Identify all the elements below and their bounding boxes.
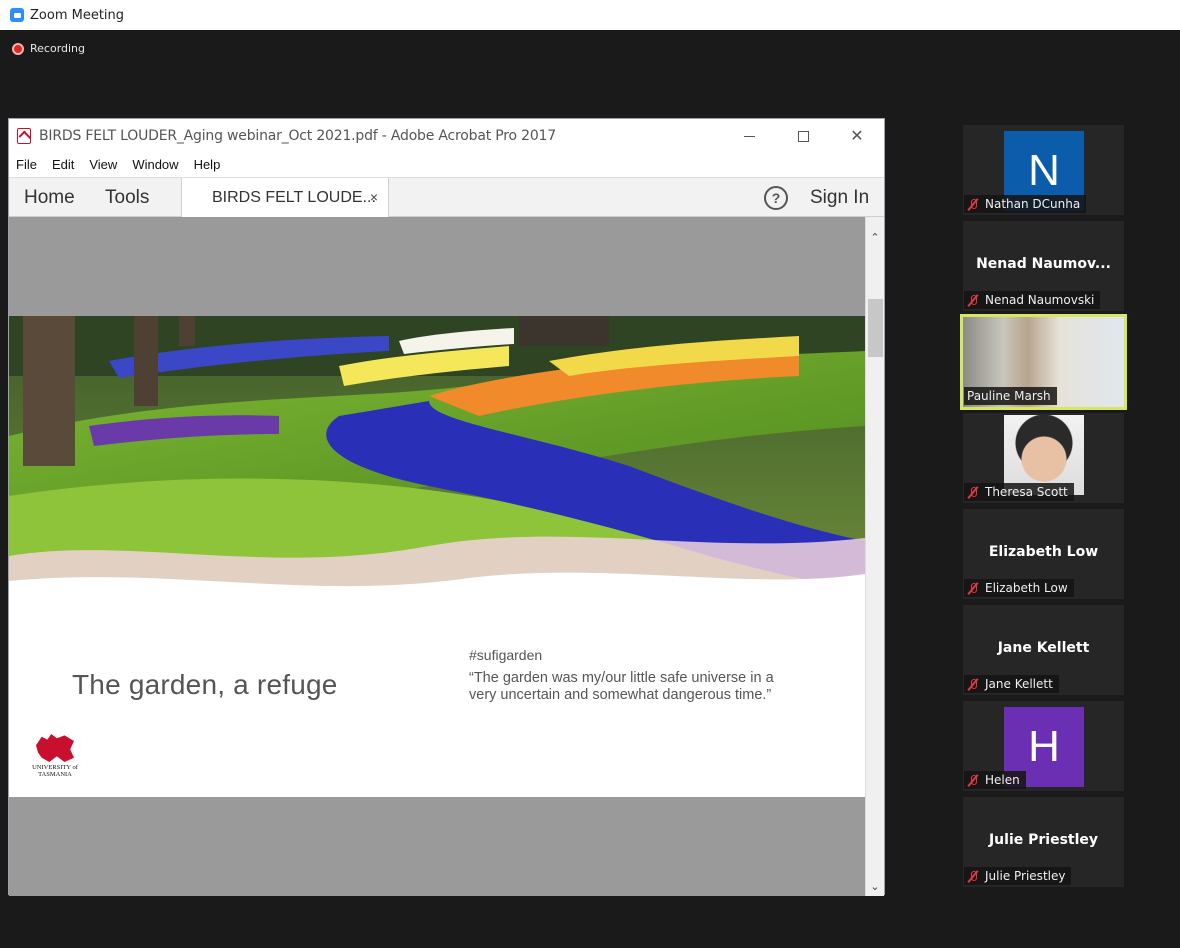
- participant-tile[interactable]: Julie Priestley Julie Priestley: [963, 797, 1124, 887]
- participant-tile[interactable]: N Nathan DCunha: [963, 125, 1124, 215]
- participant-name-tag: Theresa Scott: [964, 483, 1074, 501]
- window-controls: ✕: [722, 119, 884, 153]
- zoom-logo-icon: [10, 8, 24, 22]
- slide-hashtag: #sufigarden: [469, 647, 543, 663]
- menu-window[interactable]: Window: [132, 157, 178, 172]
- participant-name-tag: Pauline Marsh: [964, 387, 1057, 405]
- vertical-scrollbar[interactable]: ⌃ ⌄: [865, 217, 884, 896]
- zoom-titlebar: Zoom Meeting: [0, 0, 1180, 30]
- recording-label: Recording: [30, 42, 86, 55]
- mic-muted-icon: [967, 198, 979, 210]
- slide-quote: “The garden was my/our little safe unive…: [469, 670, 774, 703]
- university-logo: UNIVERSITY of TASMANIA: [31, 734, 79, 782]
- logo-text: UNIVERSITY of TASMANIA: [31, 764, 79, 778]
- participant-tile[interactable]: Theresa Scott: [963, 413, 1124, 503]
- close-icon: ✕: [850, 128, 864, 145]
- slide-title: The garden, a refuge: [72, 669, 338, 700]
- minimize-icon: [743, 135, 755, 137]
- maximize-icon: [797, 130, 809, 142]
- mic-muted-icon: [967, 870, 979, 882]
- mic-muted-icon: [967, 486, 979, 498]
- logo-text-line1: UNIVERSITY of: [32, 764, 78, 771]
- participant-name-tag: Helen: [964, 771, 1026, 789]
- lion-emblem-icon: [36, 734, 74, 762]
- mic-muted-icon: [967, 582, 979, 594]
- minimize-button[interactable]: [722, 119, 776, 153]
- participant-name-tag: Nathan DCunha: [964, 195, 1087, 213]
- document-viewport[interactable]: The garden, a refuge #sufigarden “The ga…: [9, 217, 865, 896]
- menu-edit[interactable]: Edit: [52, 157, 74, 172]
- mic-muted-icon: [967, 294, 979, 306]
- participant-name: Helen: [985, 773, 1020, 787]
- scroll-thumb[interactable]: [868, 299, 883, 357]
- participant-name: Theresa Scott: [985, 485, 1068, 499]
- mic-muted-icon: [967, 774, 979, 786]
- help-icon[interactable]: ?: [764, 186, 788, 210]
- close-button[interactable]: ✕: [830, 119, 884, 153]
- acrobat-title: BIRDS FELT LOUDER_Aging webinar_Oct 2021…: [39, 128, 556, 144]
- tab-document-label: BIRDS FELT LOUDE...: [212, 189, 376, 206]
- mic-muted-icon: [967, 678, 979, 690]
- participant-tile[interactable]: Jane Kellett Jane Kellett: [963, 605, 1124, 695]
- maximize-button[interactable]: [776, 119, 830, 153]
- participant-name: Julie Priestley: [985, 869, 1066, 883]
- participant-name-tag: Jane Kellett: [964, 675, 1059, 693]
- tab-tools[interactable]: Tools: [105, 187, 149, 209]
- participant-name: Nathan DCunha: [985, 197, 1081, 211]
- participant-name-tag: Julie Priestley: [964, 867, 1072, 885]
- menu-view[interactable]: View: [89, 157, 117, 172]
- tab-home[interactable]: Home: [24, 187, 75, 209]
- participant-name: Elizabeth Low: [985, 581, 1068, 595]
- participant-name: Nenad Naumovski: [985, 293, 1095, 307]
- participant-tile[interactable]: Nenad Naumov... Nenad Naumovski: [963, 221, 1124, 311]
- tab-close-icon[interactable]: ×: [370, 189, 378, 205]
- recording-indicator[interactable]: Recording: [12, 42, 85, 55]
- acrobat-titlebar: BIRDS FELT LOUDER_Aging webinar_Oct 2021…: [9, 119, 884, 153]
- participant-tile[interactable]: Elizabeth Low Elizabeth Low: [963, 509, 1124, 599]
- menu-file[interactable]: File: [16, 157, 37, 172]
- pdf-page-slide: The garden, a refuge #sufigarden “The ga…: [9, 316, 865, 797]
- window-title: Zoom Meeting: [30, 7, 125, 23]
- scroll-up-icon[interactable]: ⌃: [869, 232, 881, 244]
- participant-tile[interactable]: H Helen: [963, 701, 1124, 791]
- participant-tile-active-speaker[interactable]: Pauline Marsh: [960, 314, 1127, 410]
- participant-name: Jane Kellett: [985, 677, 1053, 691]
- menu-help[interactable]: Help: [194, 157, 221, 172]
- record-icon: [12, 42, 24, 55]
- menu-bar: File Edit View Window Help: [9, 153, 884, 175]
- garden-photo: [9, 316, 865, 606]
- pdf-file-icon: [17, 128, 31, 144]
- sign-in-button[interactable]: Sign In: [810, 187, 869, 209]
- participant-name-tag: Nenad Naumovski: [964, 291, 1101, 309]
- logo-text-line2: TASMANIA: [38, 771, 72, 778]
- participant-name: Pauline Marsh: [967, 389, 1051, 403]
- tab-document[interactable]: BIRDS FELT LOUDE... ×: [181, 178, 389, 218]
- acrobat-window: BIRDS FELT LOUDER_Aging webinar_Oct 2021…: [8, 118, 885, 896]
- scroll-down-icon[interactable]: ⌄: [869, 881, 881, 893]
- participant-name-tag: Elizabeth Low: [964, 579, 1074, 597]
- acrobat-tab-bar: Home Tools BIRDS FELT LOUDE... × ? Sign …: [9, 177, 884, 218]
